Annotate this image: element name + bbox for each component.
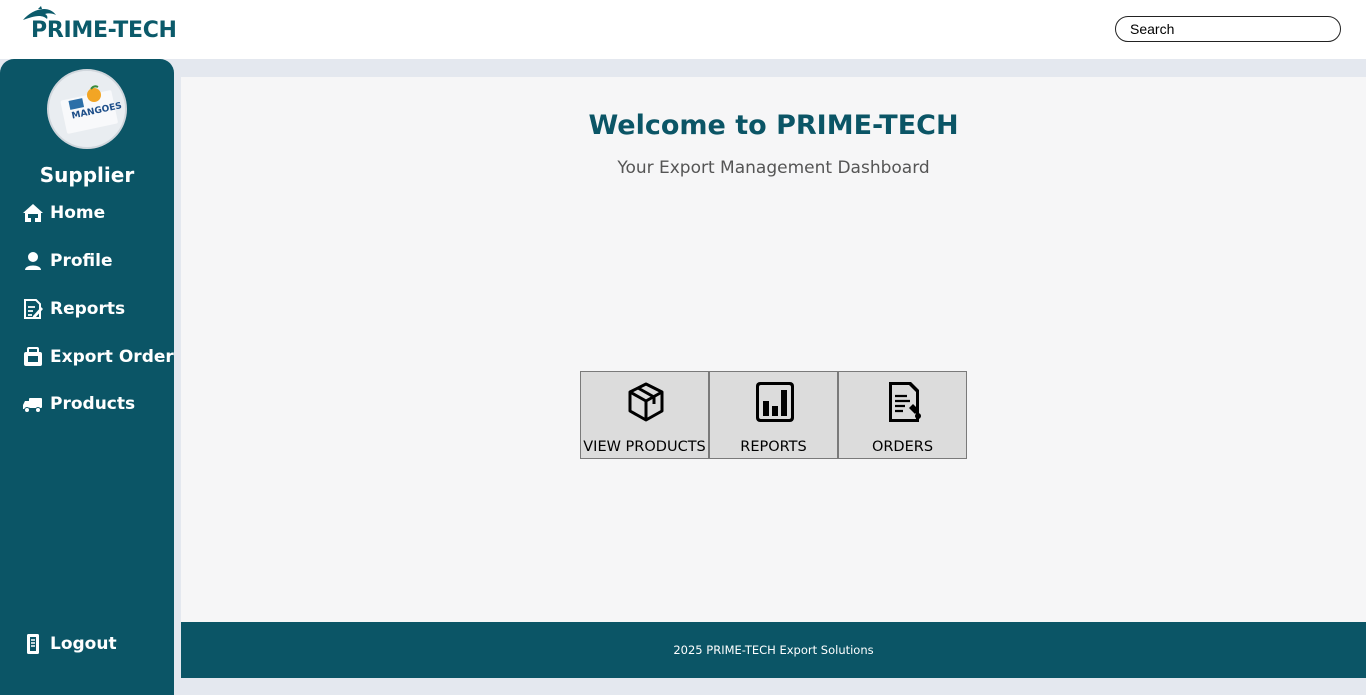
tile-label: REPORTS — [740, 439, 807, 455]
sidebar-item-export-order[interactable]: Export Order — [22, 344, 174, 370]
sidebar-item-products[interactable]: Products — [22, 391, 135, 417]
orders-tile[interactable]: ORDERS — [838, 371, 967, 459]
logout-label: Logout — [50, 634, 117, 654]
package-box-icon — [628, 382, 664, 422]
brand-name: PRIME-TECH — [31, 18, 177, 43]
sidebar-item-profile[interactable]: Profile — [22, 248, 112, 274]
sidebar-item-label: Products — [50, 394, 136, 414]
tile-label: VIEW PRODUCTS — [583, 439, 706, 455]
search-input[interactable] — [1115, 16, 1341, 42]
sidebar-item-label: Reports — [50, 299, 126, 319]
role-label: Supplier — [39, 163, 135, 187]
sidebar-item-label: Home — [50, 203, 106, 223]
view-products-tile[interactable]: VIEW PRODUCTS — [580, 371, 709, 459]
tile-label: ORDERS — [871, 439, 934, 455]
logout-button[interactable]: Logout — [22, 631, 117, 657]
sidebar: MANGOES Supplier Home Profile Reports Ex… — [0, 59, 174, 695]
top-header: PRIME-TECH — [0, 0, 1366, 59]
sidebar-item-reports[interactable]: Reports — [22, 296, 125, 322]
sidebar-item-home[interactable]: Home — [22, 200, 105, 226]
logout-icon — [27, 634, 39, 654]
sidebar-item-label: Export Order — [50, 347, 174, 367]
report-edit-icon — [24, 299, 43, 319]
export-order-icon — [24, 347, 42, 366]
sidebar-item-label: Profile — [50, 251, 113, 271]
bar-chart-icon — [756, 382, 794, 422]
page-title: Welcome to PRIME-TECH — [588, 110, 959, 141]
user-icon — [25, 252, 41, 270]
page-subtitle: Your Export Management Dashboard — [617, 158, 930, 178]
home-icon — [23, 204, 43, 222]
mangoes-avatar-icon: MANGOES — [49, 71, 125, 147]
main-content: Welcome to PRIME-TECH Your Export Manage… — [181, 77, 1366, 622]
delivery-truck-icon — [23, 398, 42, 413]
footer-text: 2025 PRIME-TECH Export Solutions — [673, 643, 874, 657]
reports-tile[interactable]: REPORTS — [709, 371, 838, 459]
order-document-icon — [889, 382, 921, 422]
footer: 2025 PRIME-TECH Export Solutions — [181, 622, 1366, 678]
avatar[interactable]: MANGOES — [47, 69, 127, 149]
